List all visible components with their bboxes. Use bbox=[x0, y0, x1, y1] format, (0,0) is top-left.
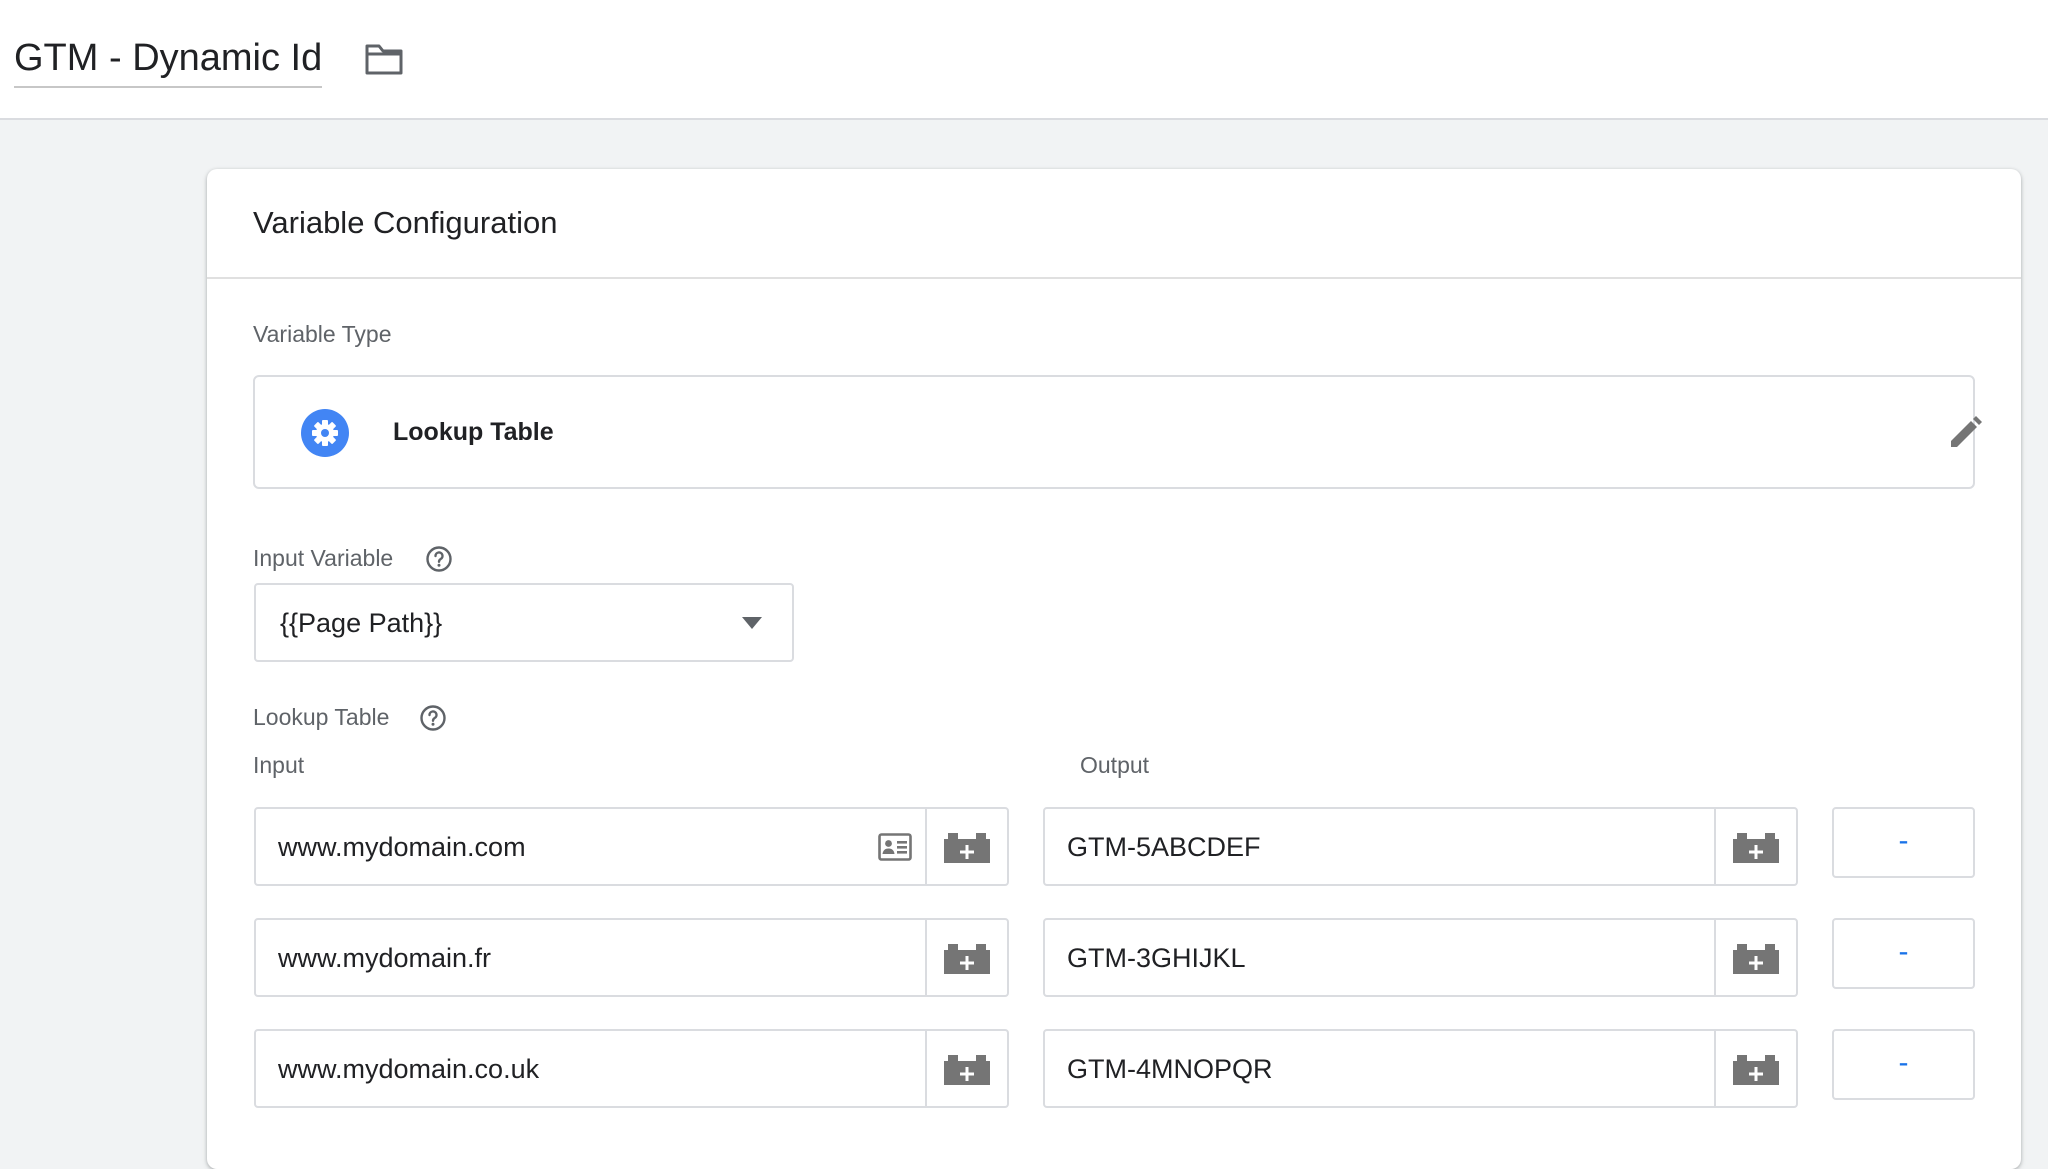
lookup-input-value: www.mydomain.co.uk bbox=[278, 1054, 540, 1084]
table-row: www.mydomain.com GTM-5ABCDEF - bbox=[207, 807, 2021, 886]
lookup-output-value: GTM-5ABCDEF bbox=[1067, 832, 1261, 862]
remove-row-button[interactable]: - bbox=[1832, 1029, 1975, 1100]
chevron-down-icon bbox=[742, 617, 762, 629]
variable-brick-icon bbox=[944, 1055, 990, 1085]
insert-variable-button[interactable] bbox=[1714, 920, 1796, 995]
table-row: www.mydomain.fr GTM-3GHIJKL - bbox=[207, 918, 2021, 997]
lookup-output-value: GTM-4MNOPQR bbox=[1067, 1054, 1273, 1084]
gear-icon bbox=[301, 409, 349, 457]
card-title: Variable Configuration bbox=[253, 205, 558, 240]
input-variable-select[interactable]: {{Page Path}} bbox=[254, 583, 794, 662]
variable-brick-icon bbox=[944, 833, 990, 863]
variable-type-label: Variable Type bbox=[253, 321, 392, 347]
insert-variable-button[interactable] bbox=[1714, 1031, 1796, 1106]
folder-icon[interactable] bbox=[364, 40, 404, 76]
lookup-input-field[interactable]: www.mydomain.fr bbox=[254, 918, 1009, 997]
lookup-output-field[interactable]: GTM-5ABCDEF bbox=[1043, 807, 1798, 886]
output-column-header: Output bbox=[1080, 752, 1150, 778]
variable-brick-icon bbox=[1733, 1055, 1779, 1085]
lookup-input-value: www.mydomain.com bbox=[278, 832, 526, 862]
input-variable-value: {{Page Path}} bbox=[280, 608, 443, 638]
insert-variable-button[interactable] bbox=[925, 1031, 1007, 1106]
remove-row-button[interactable]: - bbox=[1832, 807, 1975, 878]
variable-type-name: Lookup Table bbox=[393, 418, 554, 446]
help-icon[interactable] bbox=[425, 545, 453, 573]
top-bar: GTM - Dynamic Id bbox=[0, 0, 2048, 120]
variable-name-input[interactable]: GTM - Dynamic Id bbox=[14, 34, 323, 88]
contact-card-icon[interactable] bbox=[878, 833, 912, 861]
lookup-input-field[interactable]: www.mydomain.com bbox=[254, 807, 1009, 886]
input-column-header: Input bbox=[253, 752, 305, 778]
card-header: Variable Configuration bbox=[207, 169, 2021, 279]
insert-variable-button[interactable] bbox=[1714, 809, 1796, 884]
variable-brick-icon bbox=[944, 944, 990, 974]
insert-variable-button[interactable] bbox=[925, 920, 1007, 995]
lookup-output-field[interactable]: GTM-3GHIJKL bbox=[1043, 918, 1798, 997]
pencil-icon[interactable] bbox=[1945, 413, 1985, 453]
insert-variable-button[interactable] bbox=[925, 809, 1007, 884]
table-row: www.mydomain.co.uk GTM-4MNOPQR - bbox=[207, 1029, 2021, 1108]
variable-type-selector[interactable]: Lookup Table bbox=[253, 375, 1982, 489]
input-variable-label: Input Variable bbox=[253, 545, 394, 571]
variable-configuration-card: Variable Configuration Variable Type Loo… bbox=[207, 169, 2021, 1169]
lookup-input-field[interactable]: www.mydomain.co.uk bbox=[254, 1029, 1009, 1108]
remove-row-button[interactable]: - bbox=[1832, 918, 1975, 989]
lookup-output-value: GTM-3GHIJKL bbox=[1067, 943, 1246, 973]
lookup-table-label: Lookup Table bbox=[253, 704, 390, 730]
lookup-output-field[interactable]: GTM-4MNOPQR bbox=[1043, 1029, 1798, 1108]
lookup-input-value: www.mydomain.fr bbox=[278, 943, 492, 973]
variable-brick-icon bbox=[1733, 833, 1779, 863]
help-icon[interactable] bbox=[419, 704, 447, 732]
variable-brick-icon bbox=[1733, 944, 1779, 974]
